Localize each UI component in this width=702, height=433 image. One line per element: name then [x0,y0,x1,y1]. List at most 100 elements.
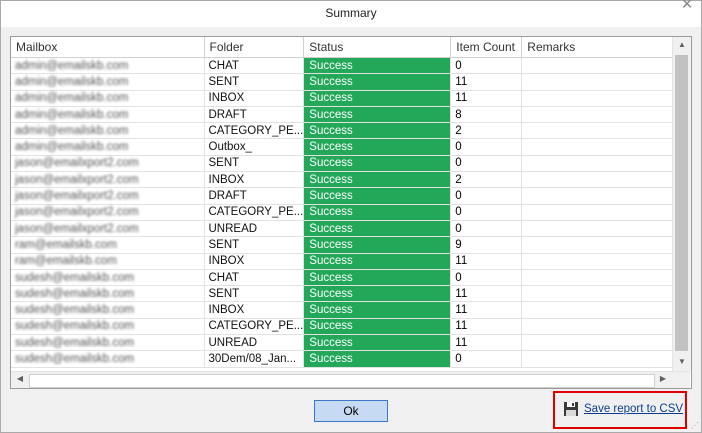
column-header-remarks[interactable]: Remarks [521,37,677,58]
table-row[interactable]: admin@emailskb.com INBOX Success 11 [11,90,677,107]
table-row[interactable]: jason@emailxport2.com SENT Success 0 [11,155,677,173]
cell-status: Success [303,334,452,352]
cell-remarks [521,236,677,254]
table-row[interactable]: sudesh@emailskb.com CATEGORY_PE... Success… [11,318,677,336]
cell-remarks [521,155,677,173]
cell-status: Success [303,236,452,254]
cell-mailbox: jason@emailxport2.com [11,204,205,221]
table-row[interactable]: jason@emailxport2.com INBOX Success 2 [11,171,677,189]
save-report-csv-link[interactable]: Save report to CSV [563,401,683,417]
table-row[interactable]: sudesh@emailskb.com SENT Success 11 [11,285,677,303]
cell-remarks [521,106,677,124]
cell-item-count: 11 [450,301,523,319]
save-report-csv-label: Save report to CSV [584,403,684,415]
table-row[interactable]: admin@emailskb.com Outbox_ Success 0 [11,138,677,156]
window-title: Summary [325,6,377,20]
header-row: Mailbox Folder Status Item Count Remarks [11,37,677,58]
close-icon[interactable]: ✕ [679,0,695,12]
title-bar: Summary ✕ [1,0,701,27]
cell-remarks [521,318,677,336]
cell-mailbox: admin@emailskb.com [11,122,205,140]
table-row[interactable]: admin@emailskb.com SENT Success 11 [11,73,677,91]
cell-remarks [521,204,677,221]
cell-folder: INBOX [204,90,305,107]
cell-folder: UNREAD [204,334,305,352]
cell-remarks [521,220,677,238]
summary-grid[interactable]: Mailbox Folder Status Item Count Remarks… [10,36,692,389]
table-row[interactable]: admin@emailskb.com DRAFT Success 8 [11,106,677,124]
scroll-down-icon[interactable]: ▼ [673,357,691,366]
save-csv-highlight: Save report to CSV [553,391,687,429]
cell-status: Success [303,220,452,238]
vertical-scrollbar[interactable]: ▲ ▼ [672,37,691,371]
vertical-scroll-thumb[interactable] [675,55,688,351]
cell-status: Success [303,171,452,189]
cell-folder: CATEGORY_PE... [204,122,305,140]
cell-mailbox: sudesh@emailskb.com [11,269,205,287]
table-row[interactable]: sudesh@emailskb.com 30Dem/08_Jan... Succes… [11,350,677,368]
cell-remarks [521,334,677,352]
cell-mailbox: sudesh@emailskb.com [11,350,205,368]
cell-status: Success [303,138,452,156]
table-row[interactable]: jason@emailxport2.com UNREAD Success 0 [11,220,677,238]
cell-remarks [521,57,677,75]
cell-mailbox: jason@emailxport2.com [11,220,205,238]
cell-folder: DRAFT [204,187,305,205]
cell-folder: Outbox_ [204,138,305,156]
cell-item-count: 0 [450,350,523,368]
cell-mailbox: jason@emailxport2.com [11,171,205,189]
cell-mailbox: admin@emailskb.com [11,73,205,91]
scroll-left-icon[interactable]: ◀ [13,374,27,383]
resize-grip-icon[interactable]: ⋰ [691,421,699,430]
table-row[interactable]: sudesh@emailskb.com CHAT Success 0 [11,269,677,287]
column-header-item-count[interactable]: Item Count [450,37,523,58]
cell-status: Success [303,301,452,319]
cell-mailbox: admin@emailskb.com [11,106,205,124]
scroll-right-icon[interactable]: ▶ [656,374,670,383]
scroll-up-icon[interactable]: ▲ [673,40,691,49]
horizontal-scroll-thumb[interactable] [29,374,655,388]
cell-folder: SENT [204,285,305,303]
cell-mailbox: admin@emailskb.com [11,138,205,156]
horizontal-scrollbar[interactable]: ◀ ▶ [11,371,690,388]
ok-button[interactable]: Ok [314,400,388,422]
table-body: admin@emailskb.com CHAT Success 0 admin@emai… [11,57,677,368]
column-header-status[interactable]: Status [303,37,452,58]
cell-status: Success [303,285,452,303]
table-row[interactable]: admin@emailskb.com CHAT Success 0 [11,57,677,75]
cell-item-count: 0 [450,138,523,156]
table-row[interactable]: ram@emailskb.com INBOX Success 11 [11,253,677,270]
summary-dialog: Summary ✕ Mailbox Folder Status Item Cou… [0,0,702,433]
cell-status: Success [303,204,452,221]
cell-item-count: 0 [450,187,523,205]
cell-item-count: 11 [450,285,523,303]
table-row[interactable]: jason@emailxport2.com CATEGORY_PE... Succe… [11,204,677,221]
cell-folder: SENT [204,236,305,254]
cell-remarks [521,301,677,319]
cell-folder: INBOX [204,253,305,270]
cell-item-count: 2 [450,122,523,140]
cell-mailbox: sudesh@emailskb.com [11,318,205,336]
cell-mailbox: jason@emailxport2.com [11,155,205,173]
table-row[interactable]: admin@emailskb.com CATEGORY_PE... Success 2 [11,122,677,140]
cell-status: Success [303,269,452,287]
cell-mailbox: sudesh@emailskb.com [11,301,205,319]
table-row[interactable]: jason@emailxport2.com DRAFT Success 0 [11,187,677,205]
cell-status: Success [303,106,452,124]
column-header-folder[interactable]: Folder [204,37,305,58]
cell-remarks [521,138,677,156]
table-row[interactable]: sudesh@emailskb.com UNREAD Success 11 [11,334,677,352]
cell-remarks [521,285,677,303]
column-header-mailbox[interactable]: Mailbox [11,37,205,58]
cell-remarks [521,269,677,287]
cell-item-count: 11 [450,90,523,107]
cell-folder: INBOX [204,301,305,319]
table-row[interactable]: ram@emailskb.com SENT Success 9 [11,236,677,254]
cell-status: Success [303,350,452,368]
floppy-disk-icon [564,402,578,416]
cell-item-count: 11 [450,253,523,270]
summary-table: Mailbox Folder Status Item Count Remarks… [11,37,677,368]
cell-folder: DRAFT [204,106,305,124]
cell-item-count: 0 [450,57,523,75]
table-row[interactable]: sudesh@emailskb.com INBOX Success 11 [11,301,677,319]
